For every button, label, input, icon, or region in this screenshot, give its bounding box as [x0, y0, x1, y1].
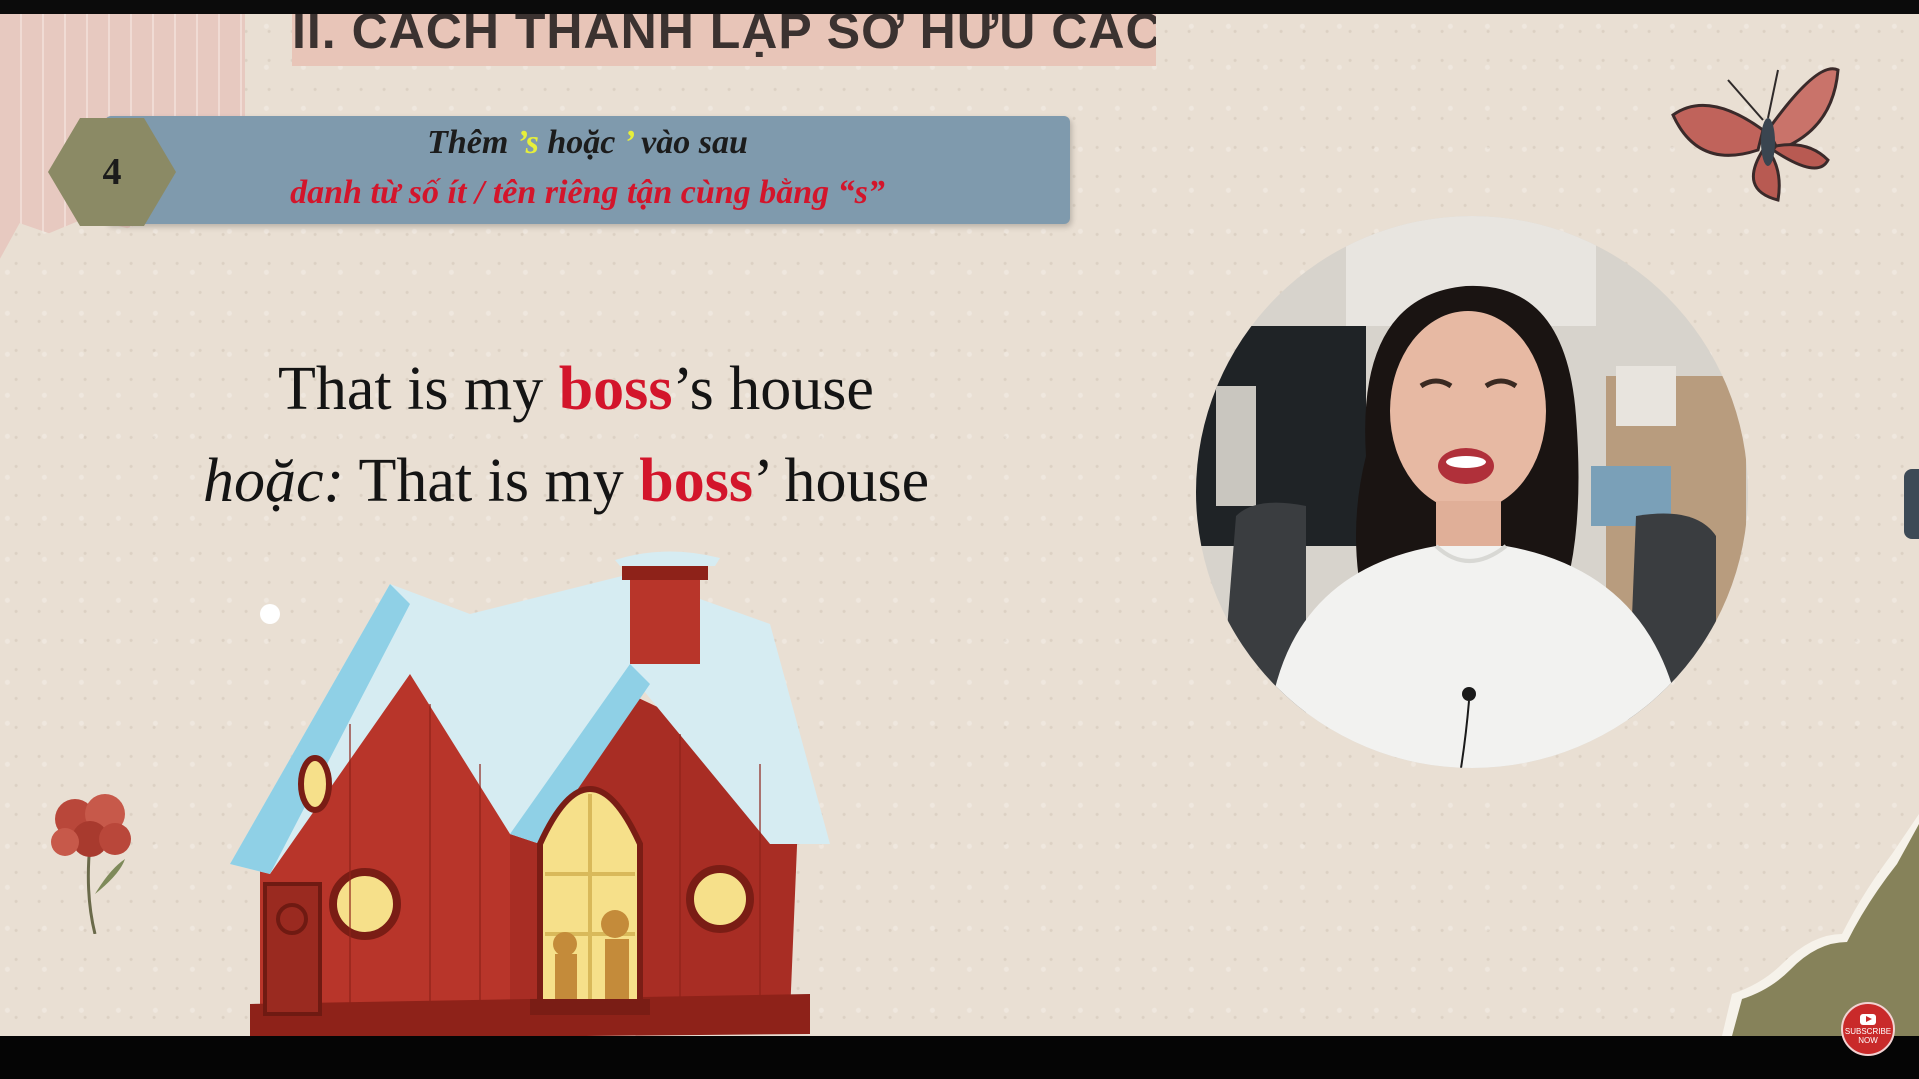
example-sentence-2: hoặc: That is my boss’ house	[203, 446, 929, 517]
presenter-webcam	[1196, 216, 1748, 768]
example-2-suffix: ’ house	[753, 447, 930, 515]
example-sentence-1: That is my boss’s house	[278, 354, 874, 425]
video-bottom-bar	[0, 1036, 1919, 1079]
flower-icon	[51, 794, 131, 934]
example-1-highlight: boss	[558, 355, 673, 423]
video-top-bar	[0, 0, 1919, 14]
rule-text-vao-sau: vào sau	[632, 124, 748, 161]
rule-line-1: Thêm ’s hoặc ’ vào sau	[105, 124, 1070, 162]
rule-apostrophe: ’	[623, 124, 633, 161]
example-2-label: hoặc:	[203, 447, 345, 515]
rule-line-2: danh từ số ít / tên riêng tận cùng bằng …	[290, 174, 885, 211]
lesson-slide: II. CÁCH THÀNH LẬP SỞ HỮU CÁCH Thêm ’s h…	[0, 14, 1919, 1036]
slide-title: II. CÁCH THÀNH LẬP SỞ HỮU CÁCH	[292, 14, 1156, 59]
youtube-icon	[1860, 1013, 1876, 1025]
subscribe-now-label: NOW	[1858, 1035, 1878, 1045]
rule-text-them: Thêm	[427, 124, 517, 161]
subscribe-label: SUBSCRIBE	[1844, 1026, 1892, 1036]
rule-apostrophe-s: ’s	[516, 124, 539, 161]
subscribe-now-badge[interactable]: SUBSCRIBE NOW	[1841, 1002, 1895, 1056]
example-2-prefix: That is my	[344, 447, 640, 515]
butterfly-icon	[1671, 67, 1840, 202]
side-panel-tab[interactable]	[1904, 469, 1919, 539]
rule-text-hoac: hoặc	[538, 124, 624, 161]
example-2-highlight: boss	[639, 447, 753, 515]
house-illustration	[230, 551, 830, 1036]
rule-banner: Thêm ’s hoặc ’ vào sau danh từ số ít / t…	[105, 116, 1070, 224]
example-1-prefix: That is my	[278, 355, 559, 423]
slide-title-box: II. CÁCH THÀNH LẬP SỞ HỮU CÁCH	[292, 14, 1156, 66]
example-1-suffix: ’s house	[672, 355, 874, 423]
corner-paper-decoration	[1722, 814, 1919, 1036]
